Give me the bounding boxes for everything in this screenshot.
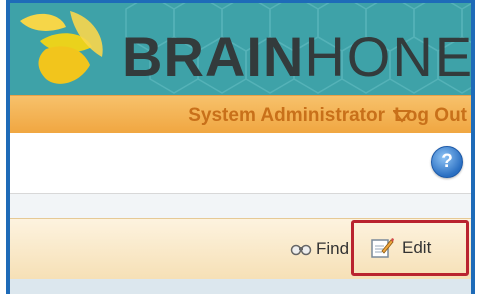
- brand-wordmark: BRAIN HONEY ™: [122, 25, 471, 89]
- frame-border-right: [471, 0, 475, 294]
- brand-banner: BRAIN HONEY ™: [10, 3, 471, 95]
- bee-logo-icon: [20, 11, 103, 84]
- frame-border-left: [6, 0, 10, 294]
- edit-label: Edit: [402, 238, 432, 257]
- brand-part-honey: HONEY: [304, 25, 471, 88]
- content-area: [10, 279, 471, 294]
- user-menu-label[interactable]: System Administrator: [188, 105, 385, 127]
- help-icon: ?: [441, 151, 453, 172]
- top-toolbar: ?: [10, 133, 471, 194]
- brand-part-brain: BRAIN: [122, 25, 305, 88]
- help-button[interactable]: ?: [431, 146, 463, 178]
- frame-border-top: [6, 0, 475, 3]
- find-button[interactable]: Find: [290, 219, 349, 279]
- edit-button[interactable]: Edit: [370, 218, 431, 278]
- binoculars-icon: [290, 244, 312, 256]
- content-gap: [10, 194, 471, 218]
- logout-link[interactable]: Log Out: [394, 105, 467, 127]
- outer-margin: [475, 0, 490, 294]
- window-frame: BRAIN HONEY ™ System Administrator Log O…: [0, 0, 475, 294]
- find-label: Find: [316, 239, 350, 258]
- user-bar: System Administrator Log Out: [10, 95, 471, 134]
- edit-icon: [371, 238, 394, 258]
